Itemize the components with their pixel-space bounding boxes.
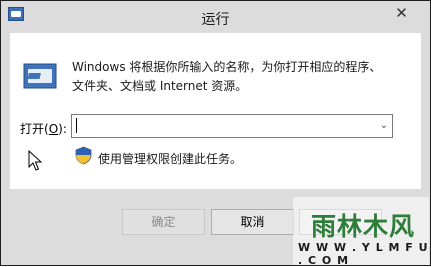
cancel-button[interactable]: 取消 xyxy=(211,209,294,235)
uac-shield-icon xyxy=(75,146,92,165)
open-label-accesskey: O xyxy=(48,122,59,136)
text-caret xyxy=(76,118,77,133)
description-text: Windows 将根据你所输入的名称，为你打开相应的程序、 文件夹、文档或 In… xyxy=(72,58,412,96)
window-title: 运行 xyxy=(201,12,230,28)
admin-note: 使用管理权限创建此任务。 xyxy=(98,152,243,166)
description-line-2: 文件夹、文档或 Internet 资源。 xyxy=(72,79,248,93)
watermark-logo: 雨林木风 xyxy=(311,212,416,241)
description-line-1: Windows 将根据你所输入的名称，为你打开相应的程序、 xyxy=(72,60,382,74)
mouse-pointer-icon xyxy=(28,150,42,171)
run-dialog: 运行 ✕ Windows 将根据你所输入的名称，为你打开相应的程序、 文件夹、文… xyxy=(0,0,431,267)
close-button[interactable]: ✕ xyxy=(384,3,419,23)
title-bar[interactable]: 运行 ✕ xyxy=(1,1,430,33)
open-label-prefix: 打开( xyxy=(20,122,49,136)
dialog-content: Windows 将根据你所输入的名称，为你打开相应的程序、 文件夹、文档或 In… xyxy=(10,33,421,189)
watermark-url: W W W . Y L M F U . C O M xyxy=(298,241,429,267)
chevron-down-icon[interactable]: ⌄ xyxy=(380,118,388,134)
open-label: 打开(O): xyxy=(20,120,67,137)
open-combobox[interactable]: ⌄ xyxy=(71,114,393,138)
run-dialog-icon xyxy=(23,63,57,89)
ok-button[interactable]: 确定 xyxy=(122,209,205,235)
open-label-suffix: ): xyxy=(58,122,67,136)
